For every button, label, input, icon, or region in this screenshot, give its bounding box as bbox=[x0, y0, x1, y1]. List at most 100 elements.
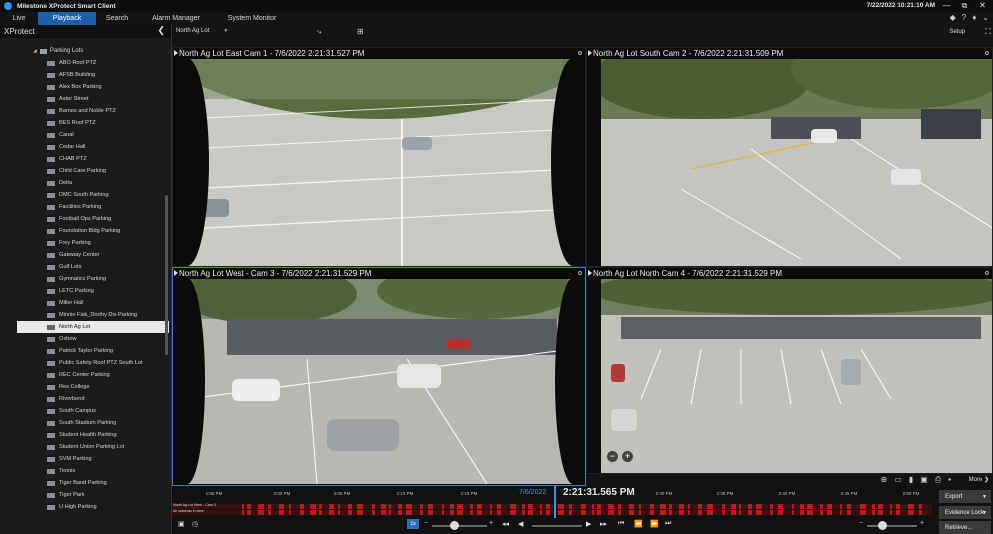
retrieve-button[interactable]: Retrieve... bbox=[939, 521, 991, 534]
options-chevron-icon[interactable]: ⌄ bbox=[982, 13, 989, 22]
expand-arrow-icon[interactable]: ◢ bbox=[33, 48, 37, 54]
bookmark-icon[interactable]: ▮ bbox=[909, 475, 913, 485]
tab-live[interactable]: Live bbox=[0, 12, 38, 25]
fullscreen-icon[interactable]: ⛶ bbox=[985, 27, 991, 37]
tree-item-camera[interactable]: Student Union Parking Lot bbox=[0, 441, 171, 453]
tree-item-camera[interactable]: Student Health Parking bbox=[0, 429, 171, 441]
timeline-ruler[interactable]: 1:55 PM 2:00 PM 2:05 PM 2:10 PM 2:15 PM … bbox=[172, 486, 930, 502]
tree-item-camera[interactable]: Miller Hall bbox=[0, 297, 171, 309]
tree-item-camera[interactable]: Aster Street bbox=[0, 93, 171, 105]
close-button[interactable]: ✕ bbox=[974, 0, 991, 11]
tree-item-camera[interactable]: U High Parking bbox=[0, 501, 171, 513]
tree-item-camera[interactable]: Frey Parking bbox=[0, 237, 171, 249]
timeline-track-all-cameras[interactable]: All cameras in view bbox=[172, 509, 932, 515]
tree-item-camera[interactable]: South Campus bbox=[0, 405, 171, 417]
tree-item-camera[interactable]: Gymnatics Parking bbox=[0, 273, 171, 285]
tree-item-camera[interactable]: AFSB Building bbox=[0, 69, 171, 81]
tree-item-camera[interactable]: Football Ops Parking bbox=[0, 213, 171, 225]
zoom-icon[interactable]: ⊕ bbox=[881, 475, 888, 485]
tree-item-camera[interactable]: Facilities Parking bbox=[0, 201, 171, 213]
tab-system-monitor[interactable]: System Monitor bbox=[214, 12, 290, 25]
tree-item-camera[interactable]: Barnes and Noble PTZ bbox=[0, 105, 171, 117]
zoom-out-button[interactable]: − bbox=[607, 451, 618, 462]
time-navigation-icon[interactable]: ◷ bbox=[192, 520, 198, 528]
tree-item-camera[interactable]: North Ag Lot bbox=[17, 321, 169, 333]
camera-tile-3[interactable]: North Ag Lot West - Cam 3 - 7/6/2022 2:2… bbox=[172, 267, 586, 486]
tree-item-camera[interactable]: REC Center Parking bbox=[0, 369, 171, 381]
tree-item-camera[interactable]: Tiger Park bbox=[0, 489, 171, 501]
camera-tile-1[interactable]: North Ag Lot East Cam 1 - 7/6/2022 2:21:… bbox=[172, 47, 586, 267]
tree-item-camera[interactable]: Child Care Parking bbox=[0, 165, 171, 177]
playback-speed-badge[interactable]: 1x bbox=[407, 519, 419, 529]
playhead[interactable] bbox=[554, 486, 556, 518]
speed-slider-track[interactable] bbox=[432, 525, 487, 527]
timeline-track-camera[interactable]: North Ag Lot West - Cam 3 bbox=[172, 503, 932, 509]
tree-item-camera[interactable]: CHAB PTZ bbox=[0, 153, 171, 165]
timespan-slider-knob[interactable] bbox=[878, 521, 887, 530]
next-frame-button[interactable]: ⏩ bbox=[650, 520, 659, 528]
step-forward-button[interactable]: ▸▸ bbox=[600, 520, 607, 528]
tree-item-camera[interactable]: Res College bbox=[0, 381, 171, 393]
tree-item-camera[interactable]: ABO Roof PTZ bbox=[0, 57, 171, 69]
tab-playback[interactable]: Playback bbox=[38, 12, 96, 25]
send-to-window-icon[interactable]: ⤷ bbox=[317, 27, 321, 37]
restore-button[interactable]: ⧉ bbox=[956, 0, 973, 11]
tree-item-camera[interactable]: Public Safety Roof PTZ South Lot bbox=[0, 357, 171, 369]
tree-item-camera[interactable]: Patrick Taylor Parking bbox=[0, 345, 171, 357]
speed-decrease-button[interactable]: − bbox=[424, 520, 428, 527]
speed-slider-knob[interactable] bbox=[450, 521, 459, 530]
timespan-slider-track[interactable] bbox=[867, 525, 917, 527]
tree-item-camera[interactable]: South Stadium Parking bbox=[0, 417, 171, 429]
camera-group-icon bbox=[47, 120, 55, 126]
tree-item-camera[interactable]: Gulf Lots bbox=[0, 261, 171, 273]
tree-item-camera[interactable]: Canal bbox=[0, 129, 171, 141]
lock-icon[interactable]: ▪ bbox=[948, 475, 951, 485]
setup-button[interactable]: Setup bbox=[949, 29, 965, 35]
timespan-decrease-button[interactable]: − bbox=[859, 520, 863, 527]
tree-item-camera[interactable]: Tiger Band Parking bbox=[0, 477, 171, 489]
camera-select-icon[interactable]: ▣ bbox=[178, 520, 185, 528]
tree-item-camera[interactable]: BES Roof PTZ bbox=[0, 117, 171, 129]
tree-item-camera[interactable]: Cedar Hall bbox=[0, 141, 171, 153]
tree-item-camera[interactable]: Minnie Fisk_Dorthy Dix Parking bbox=[0, 309, 171, 321]
video-export-icon[interactable]: ▭ bbox=[894, 475, 902, 485]
speed-increase-button[interactable]: + bbox=[489, 520, 493, 527]
snapshot-icon[interactable]: ▣ bbox=[920, 475, 928, 485]
tree-item-camera[interactable]: LETC Parking bbox=[0, 285, 171, 297]
minimize-button[interactable]: — bbox=[938, 0, 955, 11]
play-reverse-step-button[interactable]: ◂◂ bbox=[502, 520, 509, 528]
tree-item-camera[interactable]: SVM Parking bbox=[0, 453, 171, 465]
tree-item-camera[interactable]: DMC South Parking bbox=[0, 189, 171, 201]
help-icon[interactable]: ? bbox=[962, 13, 966, 22]
evidence-lock-button[interactable]: Evidence Lock ▼ bbox=[939, 506, 991, 519]
tab-search[interactable]: Search bbox=[96, 12, 138, 25]
jog-slider-track[interactable] bbox=[532, 525, 582, 527]
collapse-panel-icon[interactable]: ❮ bbox=[157, 25, 165, 36]
timespan-increase-button[interactable]: + bbox=[920, 520, 924, 527]
play-reverse-button[interactable]: ◀ bbox=[518, 520, 523, 528]
tree-item-camera[interactable]: Alex Box Parking bbox=[0, 81, 171, 93]
zoom-in-button[interactable]: + bbox=[622, 451, 633, 462]
camera-tile-4[interactable]: North Ag Lot North Cam 4 - 7/6/2022 2:21… bbox=[586, 267, 993, 474]
tree-item-camera[interactable]: Riverbend bbox=[0, 393, 171, 405]
tree-item-camera[interactable]: Tennis bbox=[0, 465, 171, 477]
play-forward-button[interactable]: ▶ bbox=[586, 520, 591, 528]
previous-sequence-button[interactable]: ⏮ bbox=[618, 520, 624, 528]
print-icon[interactable]: ⎙ bbox=[935, 475, 941, 485]
view-selector[interactable]: North Ag Lot ▼ bbox=[176, 28, 228, 34]
tree-item-camera[interactable]: Foundation Bldg Parking bbox=[0, 225, 171, 237]
previous-frame-button[interactable]: ⏪ bbox=[634, 520, 643, 528]
more-button[interactable]: More ❯ bbox=[969, 476, 989, 483]
tree-item-camera[interactable]: Gateway Center bbox=[0, 249, 171, 261]
export-button[interactable]: Export ▼ bbox=[939, 490, 991, 503]
view-layout-icon[interactable]: ⊞ bbox=[357, 27, 364, 36]
tree-item-camera[interactable]: Oxbow bbox=[0, 333, 171, 345]
camera-tile-2[interactable]: North Ag Lot South Cam 2 - 7/6/2022 2:21… bbox=[586, 47, 993, 267]
tree-group-parking-lots[interactable]: ◢ Parking Lots bbox=[0, 45, 171, 57]
tab-alarm-manager[interactable]: Alarm Manager bbox=[138, 12, 214, 25]
status-icon[interactable]: ◆ bbox=[950, 13, 956, 22]
notification-icon[interactable]: ♦ bbox=[972, 13, 976, 22]
sidebar-scrollbar[interactable] bbox=[165, 195, 168, 355]
next-sequence-button[interactable]: ⏭ bbox=[665, 520, 671, 528]
tree-item-camera[interactable]: Delta bbox=[0, 177, 171, 189]
